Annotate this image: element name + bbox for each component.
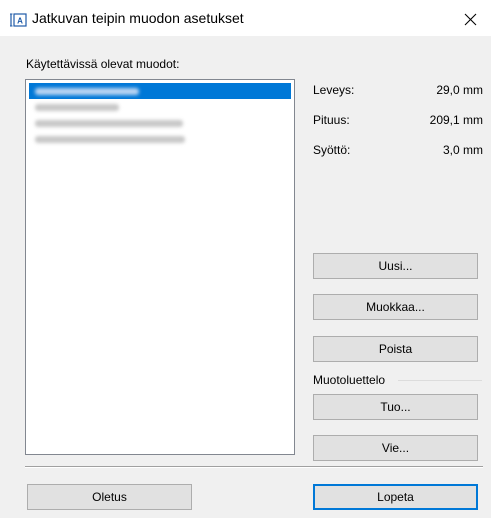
blurred-item-text [35, 136, 185, 143]
list-item[interactable] [29, 115, 291, 131]
list-item[interactable] [29, 83, 291, 99]
edit-format-button[interactable]: Muokkaa... [313, 294, 478, 320]
width-value: 29,0 mm [436, 83, 483, 97]
tape-format-icon: A [10, 13, 27, 27]
footer-separator [25, 466, 483, 468]
title-bar: A Jatkuvan teipin muodon asetukset [0, 0, 491, 36]
formats-listbox[interactable] [25, 79, 295, 455]
close-dialog-button[interactable]: Lopeta [313, 484, 478, 510]
available-formats-label: Käytettävissä olevat muodot: [26, 57, 180, 71]
format-list-label: Muotoluettelo [313, 373, 390, 387]
blurred-item-text [35, 104, 119, 111]
delete-format-button[interactable]: Poista [313, 336, 478, 362]
length-label: Pituus: [313, 113, 350, 127]
export-button[interactable]: Vie... [313, 435, 478, 461]
list-item[interactable] [29, 99, 291, 115]
window-title: Jatkuvan teipin muodon asetukset [32, 10, 244, 26]
blurred-item-text [35, 88, 139, 95]
format-list-divider [398, 380, 482, 381]
feed-label: Syöttö: [313, 143, 351, 157]
default-button[interactable]: Oletus [27, 484, 192, 510]
close-icon [464, 13, 476, 25]
length-value: 209,1 mm [429, 113, 483, 127]
list-item[interactable] [29, 131, 291, 147]
import-button[interactable]: Tuo... [313, 394, 478, 420]
svg-text:A: A [17, 17, 23, 26]
feed-value: 3,0 mm [442, 143, 483, 157]
close-window-button[interactable] [456, 6, 484, 32]
blurred-item-text [35, 120, 183, 127]
width-label: Leveys: [313, 83, 355, 97]
new-format-button[interactable]: Uusi... [313, 253, 478, 279]
